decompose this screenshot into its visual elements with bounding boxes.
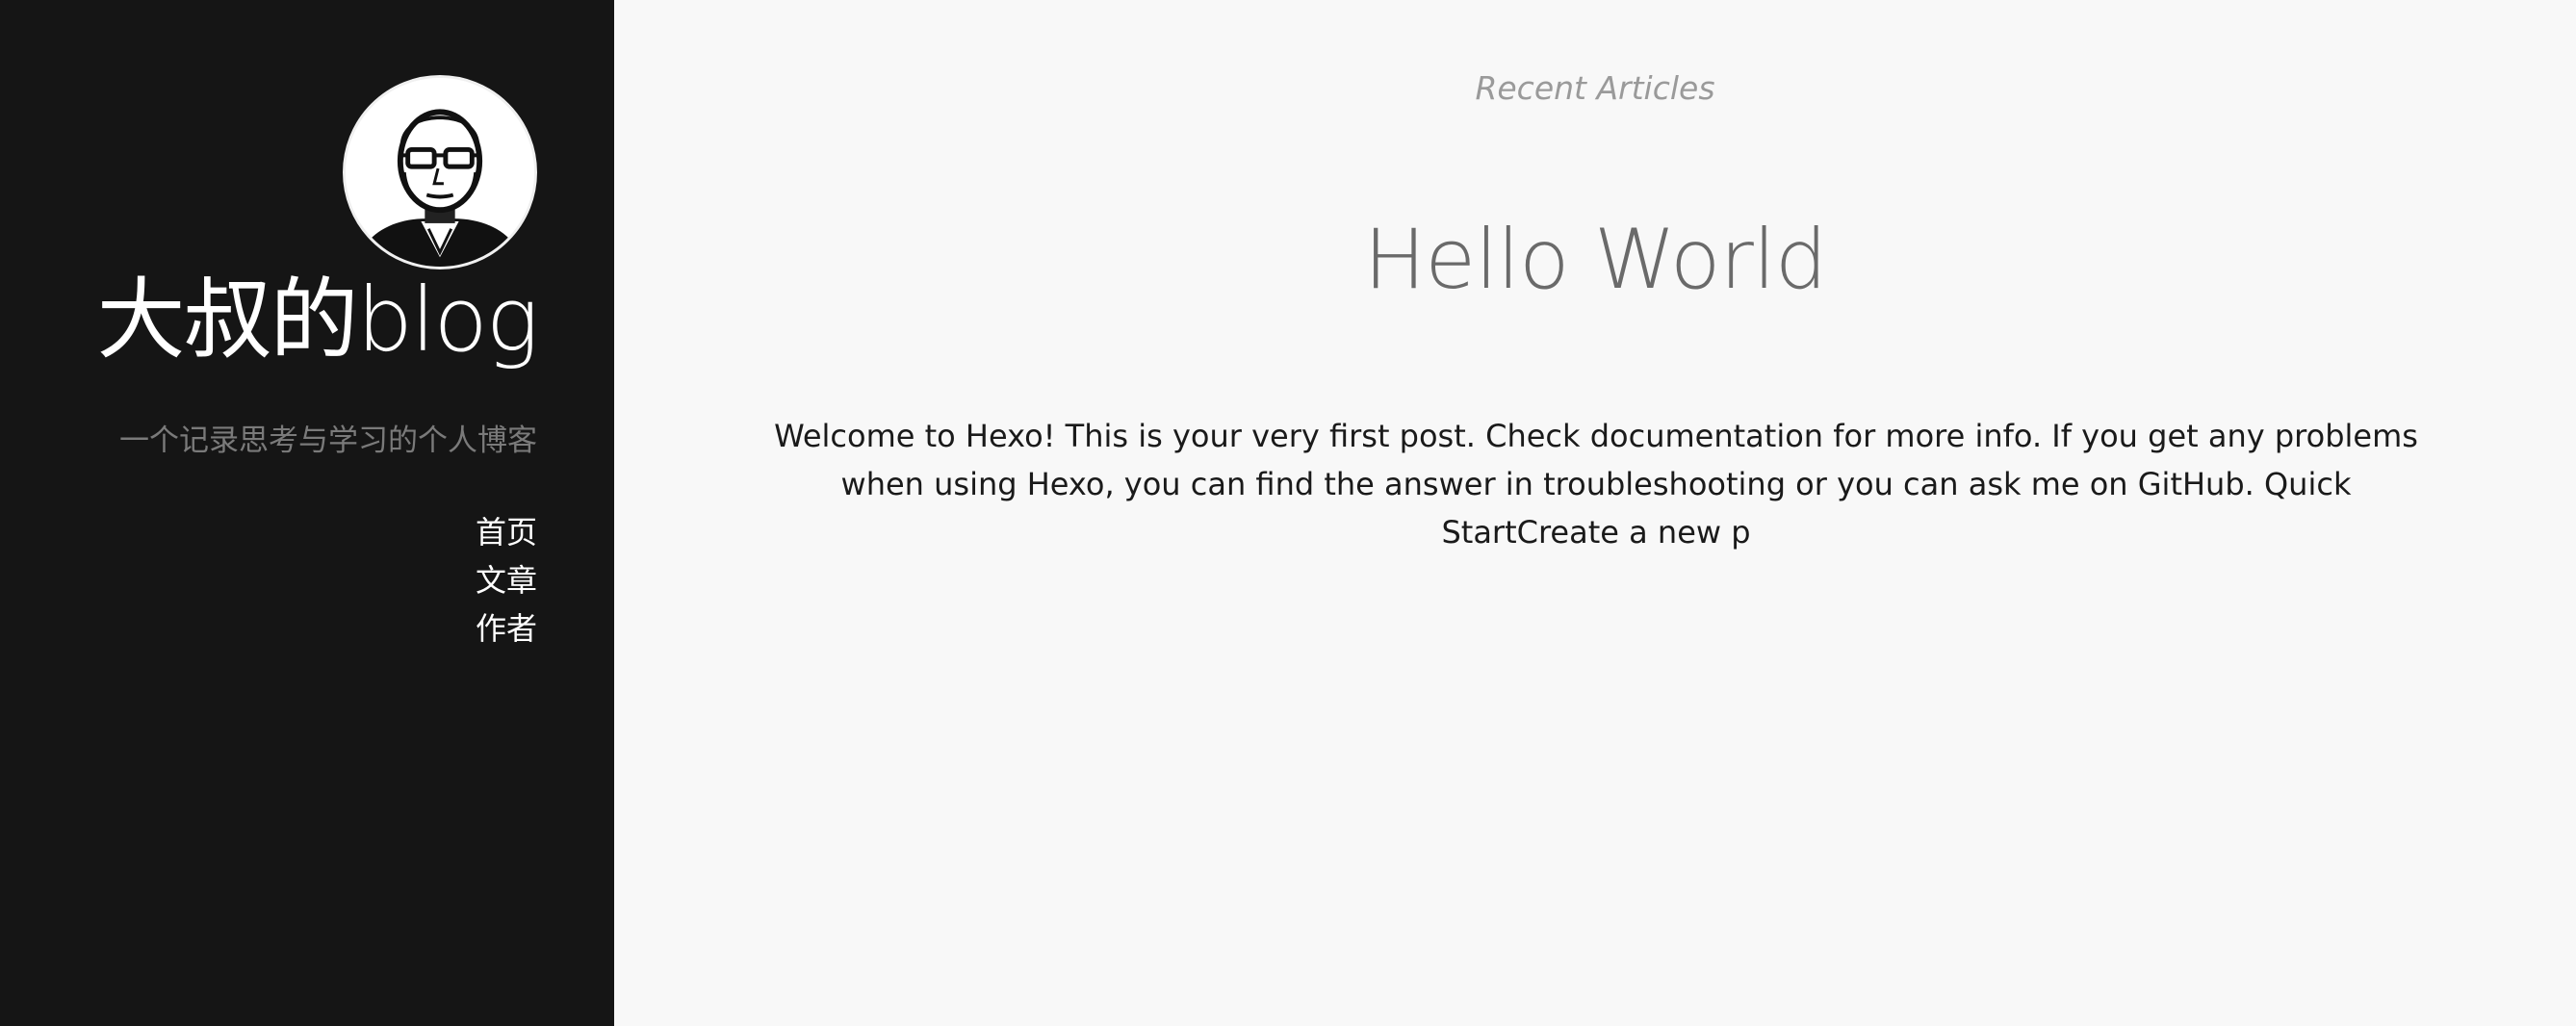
sidebar-nav: 首页 文章 作者 [476,508,537,653]
post-title-link[interactable]: Hello World [614,212,2576,308]
nav-item-articles[interactable]: 文章 [476,556,537,604]
section-heading: Recent Articles [1475,69,1715,107]
site-title[interactable]: 大叔的blog [97,271,539,369]
main-content: Recent Articles Hello World Welcome to H… [614,0,2576,1026]
avatar[interactable] [343,75,537,269]
sidebar: 大叔的blog 一个记录思考与学习的个人博客 首页 文章 作者 [0,0,614,1026]
site-subtitle: 一个记录思考与学习的个人博客 [119,423,537,458]
post-excerpt: Welcome to Hexo! This is your very first… [774,418,2418,551]
nav-item-home[interactable]: 首页 [476,508,537,556]
nav-item-author[interactable]: 作者 [476,604,537,653]
avatar-portrait-icon [346,78,534,267]
page: 大叔的blog 一个记录思考与学习的个人博客 首页 文章 作者 Recent A… [0,0,2576,1026]
